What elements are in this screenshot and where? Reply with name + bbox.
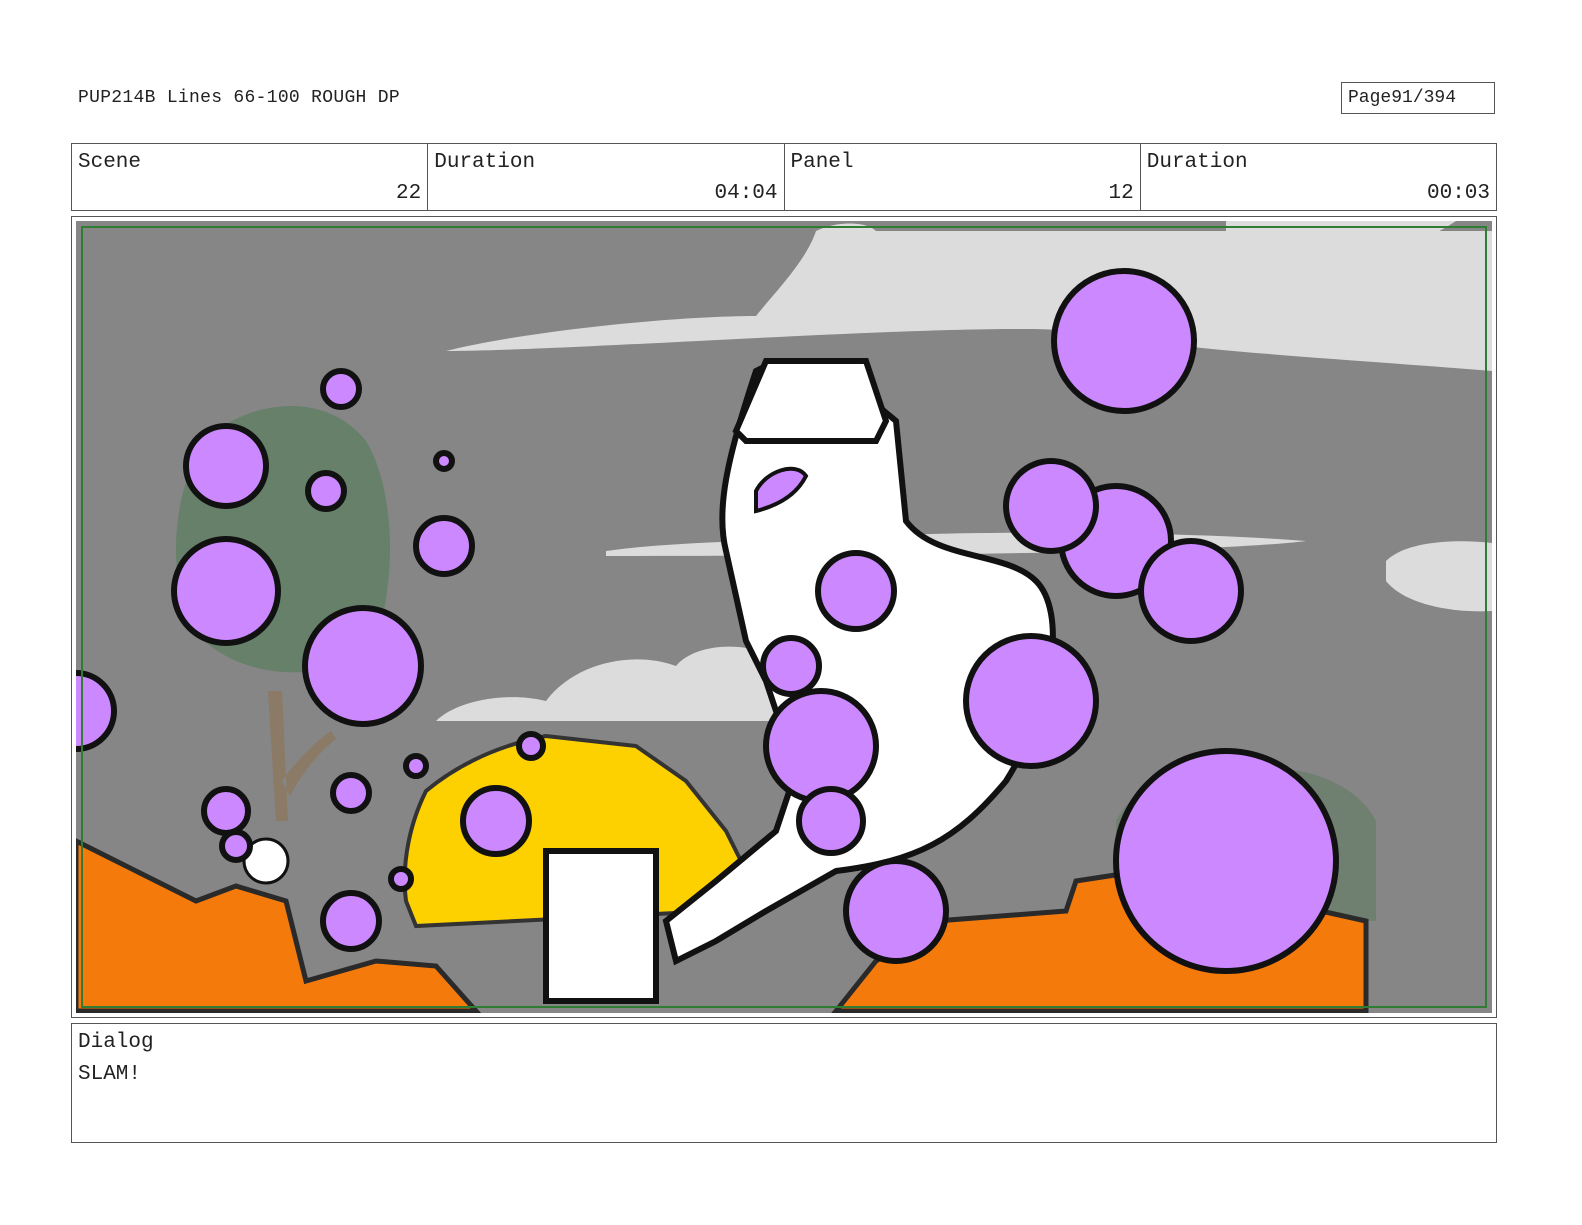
gumball xyxy=(763,688,879,804)
storyboard-drawing xyxy=(76,221,1492,1013)
gumball xyxy=(413,515,475,577)
dialog-label: Dialog xyxy=(78,1031,154,1054)
gumball xyxy=(815,550,897,632)
panel-label: Panel xyxy=(790,151,854,174)
scene-label: Scene xyxy=(78,151,142,174)
gumball xyxy=(516,731,546,761)
panel-info-row: Scene 22 Duration 04:04 Panel 12 Duratio… xyxy=(71,143,1497,211)
gumball xyxy=(403,753,429,779)
gumball xyxy=(760,635,822,697)
page-indicator: Page 91/394 xyxy=(1341,82,1495,114)
gumball xyxy=(302,605,424,727)
scene-value: 22 xyxy=(396,182,422,205)
gumball xyxy=(171,536,281,646)
gumball xyxy=(1051,268,1197,414)
gumball xyxy=(320,368,362,410)
scene-duration-value: 04:04 xyxy=(714,182,778,205)
gumball xyxy=(219,829,253,863)
gumball xyxy=(963,633,1099,769)
gumball xyxy=(460,785,532,857)
scene-cell: Scene 22 xyxy=(72,144,429,210)
gumball xyxy=(1138,538,1244,644)
storyboard-panel xyxy=(71,216,1497,1018)
scene-duration-cell: Duration 04:04 xyxy=(428,144,785,210)
page-label: Page xyxy=(1348,88,1392,108)
gumball xyxy=(796,786,866,856)
panel-duration-value: 00:03 xyxy=(1426,182,1490,205)
panel-duration-cell: Duration 00:03 xyxy=(1141,144,1496,210)
gumball xyxy=(843,858,949,964)
gumball xyxy=(183,423,269,509)
gumball xyxy=(320,890,382,952)
gumball xyxy=(201,786,251,836)
panel-duration-label: Duration xyxy=(1146,151,1248,174)
scene-duration-label: Duration xyxy=(434,151,536,174)
mug xyxy=(543,848,659,1004)
gumball xyxy=(388,866,414,892)
gumball xyxy=(305,470,347,512)
dialog-box: Dialog SLAM! xyxy=(71,1023,1497,1143)
gumball xyxy=(1003,458,1099,554)
page-number: 91/394 xyxy=(1391,88,1457,108)
gumball xyxy=(433,450,455,472)
gumball xyxy=(1113,748,1339,974)
panel-cell: Panel 12 xyxy=(785,144,1141,210)
gumball xyxy=(330,772,372,814)
dog-helmet xyxy=(732,358,890,444)
document-title: PUP214B Lines 66-100 ROUGH DP xyxy=(78,88,400,108)
dialog-text: SLAM! xyxy=(78,1063,142,1086)
panel-value: 12 xyxy=(1108,182,1134,205)
